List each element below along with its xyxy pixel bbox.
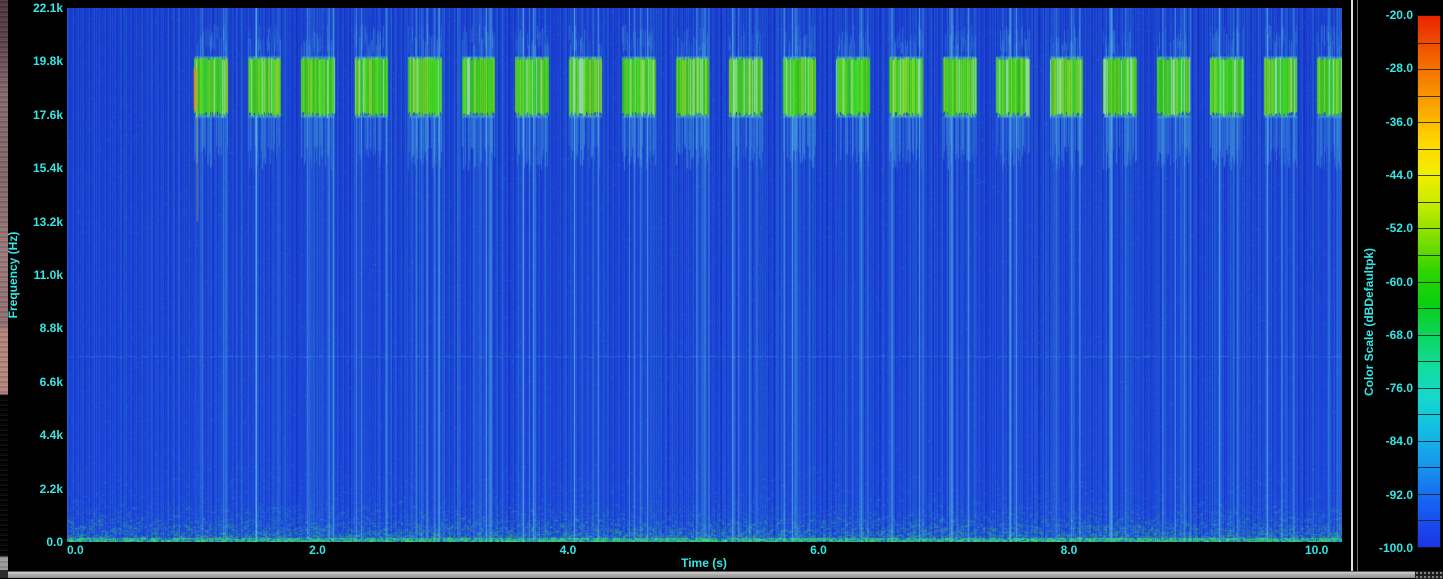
panel-splitter[interactable] [1351,0,1353,571]
db-tick-label: -28.0 [1356,61,1413,75]
colorbar-segment-line [1418,361,1440,362]
freq-tick-label: 2.2k [18,482,63,496]
db-tick-label: -76.0 [1356,381,1413,395]
colorbar-segment-line [1418,308,1440,309]
freq-tick-label: 6.6k [18,375,63,389]
colorbar-segment-line [1418,282,1440,283]
time-tick-label: 8.0 [1061,543,1078,557]
colorbar-segment-line [1418,494,1440,495]
colorbar-segment-line [1418,43,1440,44]
time-tick-label: 4.0 [560,543,577,557]
colorbar-segment-line [1418,467,1440,468]
freq-tick-label: 8.8k [18,321,63,335]
spectrogram-plot[interactable] [67,8,1342,542]
db-tick-label: -92.0 [1356,488,1413,502]
colorbar-segment-line [1418,441,1440,442]
db-tick-label: -84.0 [1356,434,1413,448]
colorbar-segment-line [1418,228,1440,229]
time-tick-label: 0.0 [67,543,84,557]
colorbar-segment-line [1418,202,1440,203]
colorbar-segment-line [1418,520,1440,521]
colorbar-segment-line [1418,335,1440,336]
freq-tick-label: 22.1k [18,1,63,15]
db-tick-label: -52.0 [1356,221,1413,235]
colorbar [1417,15,1441,548]
time-tick-label: 10.0 [1305,543,1328,557]
colorbar-segment-line [1418,255,1440,256]
freq-tick-label: 17.6k [18,108,63,122]
db-tick-label: -44.0 [1356,168,1413,182]
spectrogram-viewer-window: Frequency (Hz) 22.1k19.8k17.6k15.4k13.2k… [0,0,1443,578]
db-tick-label: -100.0 [1356,541,1413,555]
db-tick-label: -60.0 [1356,275,1413,289]
colorbar-segment-line [1418,96,1440,97]
db-tick-label: -20.0 [1356,8,1413,22]
freq-tick-label: 15.4k [18,161,63,175]
bottom-left-corner [0,570,8,578]
colorbar-segment-line [1418,175,1440,176]
db-tick-label: -36.0 [1356,115,1413,129]
colorbar-segment-line [1418,149,1440,150]
freq-tick-label: 19.8k [18,54,63,68]
time-tick-label: 6.0 [810,543,827,557]
time-tick-label: 2.0 [309,543,326,557]
colorbar-segment-line [1418,414,1440,415]
colorbar-segment-line [1418,388,1440,389]
colorbar-segment-line [1418,69,1440,70]
freq-tick-label: 0.0 [18,535,63,549]
time-axis-title: Time (s) [681,556,727,570]
freq-tick-label: 13.2k [18,215,63,229]
db-tick-label: -68.0 [1356,328,1413,342]
freq-tick-label: 11.0k [18,268,63,282]
color-scale-title: Color Scale (dBDefaultpk) [1362,248,1376,396]
freq-tick-label: 4.4k [18,428,63,442]
colorbar-segment-line [1418,122,1440,123]
window-bottom-edge [8,571,1443,578]
